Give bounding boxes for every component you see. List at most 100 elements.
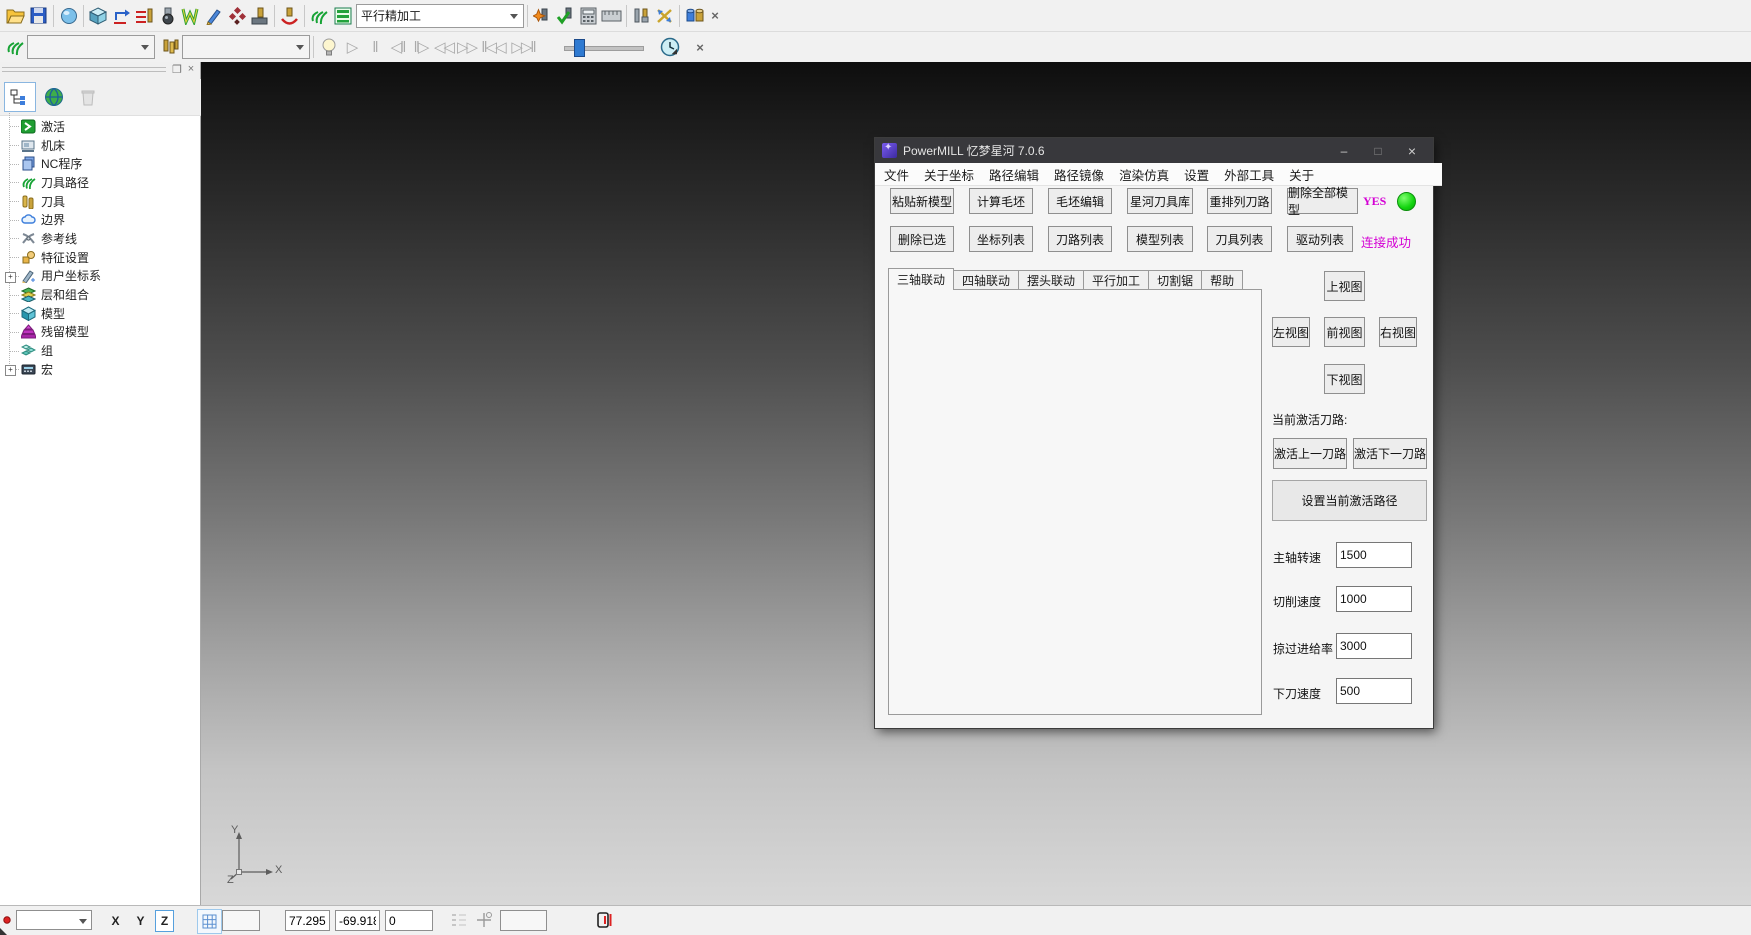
menu-file[interactable]: 文件 xyxy=(884,165,909,184)
axis-x-button[interactable]: X xyxy=(106,910,125,932)
expand-icon[interactable]: + xyxy=(5,272,16,283)
tree-item-models[interactable]: 模型 xyxy=(0,304,200,323)
statusbar-extra-input[interactable] xyxy=(500,910,547,931)
slider-handle[interactable] xyxy=(574,39,585,57)
tool-check-icon[interactable] xyxy=(554,4,577,28)
tab-4axis[interactable]: 四轴联动 xyxy=(953,270,1019,290)
tool-holder-icon[interactable] xyxy=(630,4,653,28)
globe-button[interactable] xyxy=(38,82,70,112)
toolpath-combobox[interactable] xyxy=(27,35,155,59)
simulate-arc-icon[interactable] xyxy=(278,4,301,28)
toolpath-swirl-icon[interactable] xyxy=(308,4,331,28)
dialog-close-button[interactable]: × xyxy=(1395,138,1429,163)
drag-grip-icon[interactable] xyxy=(2,67,166,74)
tree-item-toolpaths[interactable]: 刀具路径 xyxy=(0,173,200,192)
tree-item-tools[interactable]: 刀具 xyxy=(0,192,200,211)
activate-next-toolpath-button[interactable]: 激活下一刀路 xyxy=(1353,438,1427,469)
go-to-start-button[interactable]: ‖◁◁ xyxy=(478,35,508,59)
menu-settings[interactable]: 设置 xyxy=(1184,165,1209,184)
clock-icon[interactable] xyxy=(658,35,681,59)
menu-about[interactable]: 关于 xyxy=(1289,165,1314,184)
toolpath-list-button[interactable]: 刀路列表 xyxy=(1048,226,1112,252)
calculator-icon[interactable] xyxy=(577,4,600,28)
bottom-view-button[interactable]: 下视图 xyxy=(1324,364,1365,394)
tool-combobox[interactable] xyxy=(182,35,310,59)
tree-item-stock-models[interactable]: 残留模型 xyxy=(0,323,200,342)
leads-links-icon[interactable] xyxy=(110,4,133,28)
points-diamonds-icon[interactable] xyxy=(225,4,248,28)
ball-tool-icon[interactable] xyxy=(156,4,179,28)
plunge-speed-input[interactable] xyxy=(1336,678,1412,704)
cutting-speed-input[interactable] xyxy=(1336,586,1412,612)
hold-pause-icon[interactable] xyxy=(596,911,614,929)
tree-item-nc-programs[interactable]: NC程序 xyxy=(0,154,200,173)
pause-button[interactable]: ‖ xyxy=(363,35,386,59)
tree-item-feature-sets[interactable]: 特征设置 xyxy=(0,248,200,267)
trash-button[interactable] xyxy=(72,82,104,112)
coord-z-input[interactable] xyxy=(385,910,433,931)
speed-slider[interactable] xyxy=(564,39,644,55)
statusbar-combobox[interactable] xyxy=(16,910,92,930)
xyz-list-icon[interactable] xyxy=(451,912,467,928)
ruler-icon[interactable] xyxy=(600,4,623,28)
menu-about-coords[interactable]: 关于坐标 xyxy=(924,165,974,184)
tree-item-machine[interactable]: 机床 xyxy=(0,136,200,155)
toolpath-swirl-icon[interactable] xyxy=(4,35,27,59)
coord-y-input[interactable] xyxy=(335,910,380,931)
model-list-button[interactable]: 模型列表 xyxy=(1127,226,1193,252)
play-button[interactable]: ▷ xyxy=(340,35,363,59)
tree-item-groups[interactable]: 组 xyxy=(0,341,200,360)
axis-z-button[interactable]: Z xyxy=(155,910,174,932)
sim-toolbar-close-button[interactable]: × xyxy=(691,40,709,55)
panel-close-icon[interactable]: × xyxy=(184,63,198,75)
fast-forward-button[interactable]: ▷▷ xyxy=(455,35,478,59)
delete-selected-button[interactable]: 删除已选 xyxy=(890,226,954,252)
tree-item-levels-sets[interactable]: 层和组合 xyxy=(0,285,200,304)
open-file-icon[interactable] xyxy=(4,4,27,28)
float-panel-icon[interactable]: ❐ xyxy=(170,63,184,76)
right-view-button[interactable]: 右视图 xyxy=(1379,317,1417,347)
boundary-w-icon[interactable] xyxy=(179,4,202,28)
menu-external-tools[interactable]: 外部工具 xyxy=(1224,165,1274,184)
stock-edit-button[interactable]: 毛坯编辑 xyxy=(1048,188,1112,214)
menu-path-mirror[interactable]: 路径镜像 xyxy=(1054,165,1104,184)
feed-lines-icon[interactable] xyxy=(133,4,156,28)
tool-library-button[interactable]: 星河刀具库 xyxy=(1127,188,1193,214)
tab-help[interactable]: 帮助 xyxy=(1201,270,1243,290)
strategy-list-icon[interactable] xyxy=(331,4,354,28)
pattern-pencil-icon[interactable] xyxy=(202,4,225,28)
maximize-button[interactable]: □ xyxy=(1361,138,1395,163)
cross-move-icon[interactable] xyxy=(653,4,676,28)
tree-item-patterns[interactable]: 参考线 xyxy=(0,229,200,248)
step-forward-button[interactable]: ‖▷ xyxy=(409,35,432,59)
tool-spark-icon[interactable] xyxy=(531,4,554,28)
spindle-speed-input[interactable] xyxy=(1336,542,1412,568)
tree-item-active[interactable]: 激活 xyxy=(0,117,200,136)
paste-new-model-button[interactable]: 粘贴新模型 xyxy=(890,188,954,214)
block-icon[interactable] xyxy=(87,4,110,28)
calc-stock-button[interactable]: 计算毛坯 xyxy=(969,188,1033,214)
axis-y-button[interactable]: Y xyxy=(131,910,150,932)
tab-saw[interactable]: 切割锯 xyxy=(1148,270,1202,290)
menu-path-edit[interactable]: 路径编辑 xyxy=(989,165,1039,184)
left-view-button[interactable]: 左视图 xyxy=(1272,317,1310,347)
go-to-end-button[interactable]: ▷▷‖ xyxy=(508,35,538,59)
tree-view-button[interactable] xyxy=(4,82,36,112)
tab-tilt-head[interactable]: 摆头联动 xyxy=(1018,270,1084,290)
drive-list-button[interactable]: 驱动列表 xyxy=(1287,226,1353,252)
tree-item-macros[interactable]: +宏 xyxy=(0,360,200,379)
delete-all-models-button[interactable]: 删除全部模型 xyxy=(1287,188,1358,214)
rearrange-toolpaths-button[interactable]: 重排列刀路 xyxy=(1207,188,1272,214)
explorer-panel-header[interactable]: ❐ × xyxy=(0,62,200,80)
minimize-button[interactable]: – xyxy=(1327,138,1361,163)
step-back-button[interactable]: ◁‖ xyxy=(386,35,409,59)
tab-3axis[interactable]: 三轴联动 xyxy=(888,268,954,290)
tool-block-icon[interactable] xyxy=(248,4,271,28)
tree-item-workplanes[interactable]: +用户坐标系 xyxy=(0,267,200,286)
toolbar-close-button[interactable]: × xyxy=(706,8,724,23)
cylinders-icon[interactable] xyxy=(683,4,706,28)
top-view-button[interactable]: 上视图 xyxy=(1324,271,1365,301)
skim-feed-input[interactable] xyxy=(1336,633,1412,659)
save-icon[interactable] xyxy=(27,4,50,28)
set-active-path-button[interactable]: 设置当前激活路径 xyxy=(1272,480,1427,521)
